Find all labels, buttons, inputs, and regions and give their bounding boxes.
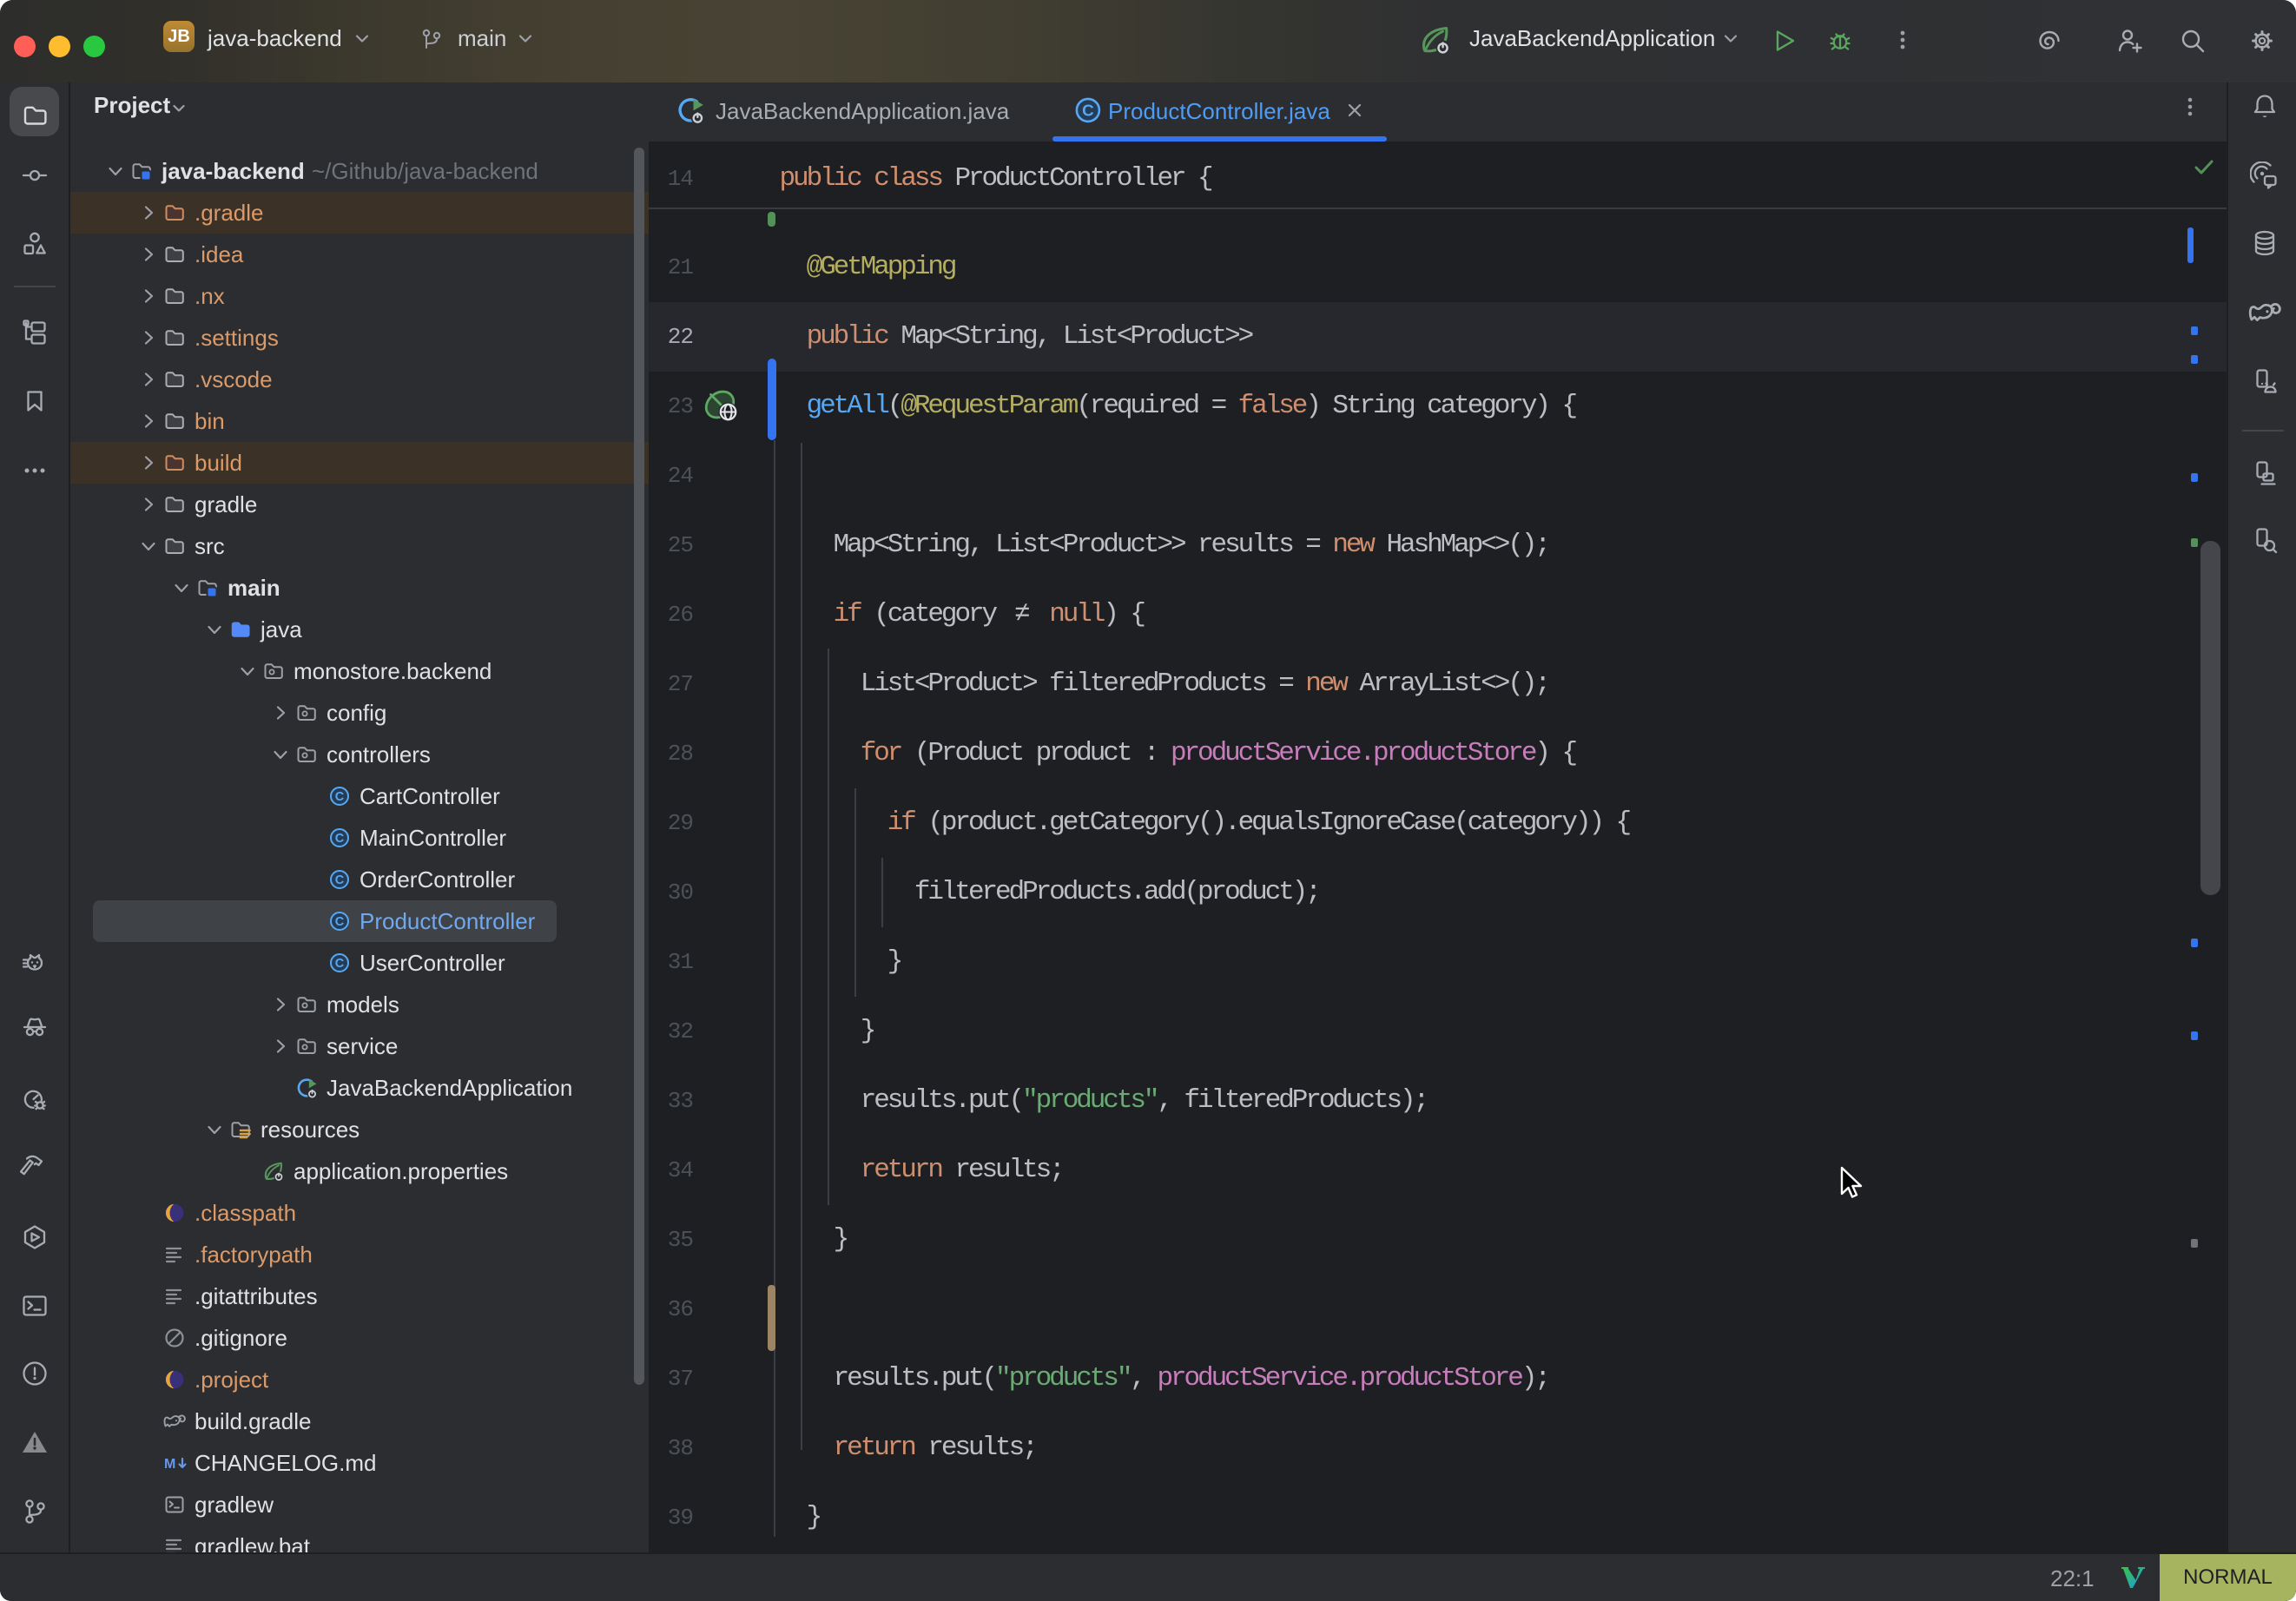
svg-text:C: C bbox=[1082, 101, 1094, 119]
svg-text:M: M bbox=[164, 1457, 175, 1472]
svg-text:C: C bbox=[335, 957, 345, 971]
svg-text:C: C bbox=[335, 790, 345, 804]
svg-text:C: C bbox=[335, 915, 345, 929]
svg-text:C: C bbox=[335, 873, 345, 887]
svg-text:C: C bbox=[335, 832, 345, 846]
